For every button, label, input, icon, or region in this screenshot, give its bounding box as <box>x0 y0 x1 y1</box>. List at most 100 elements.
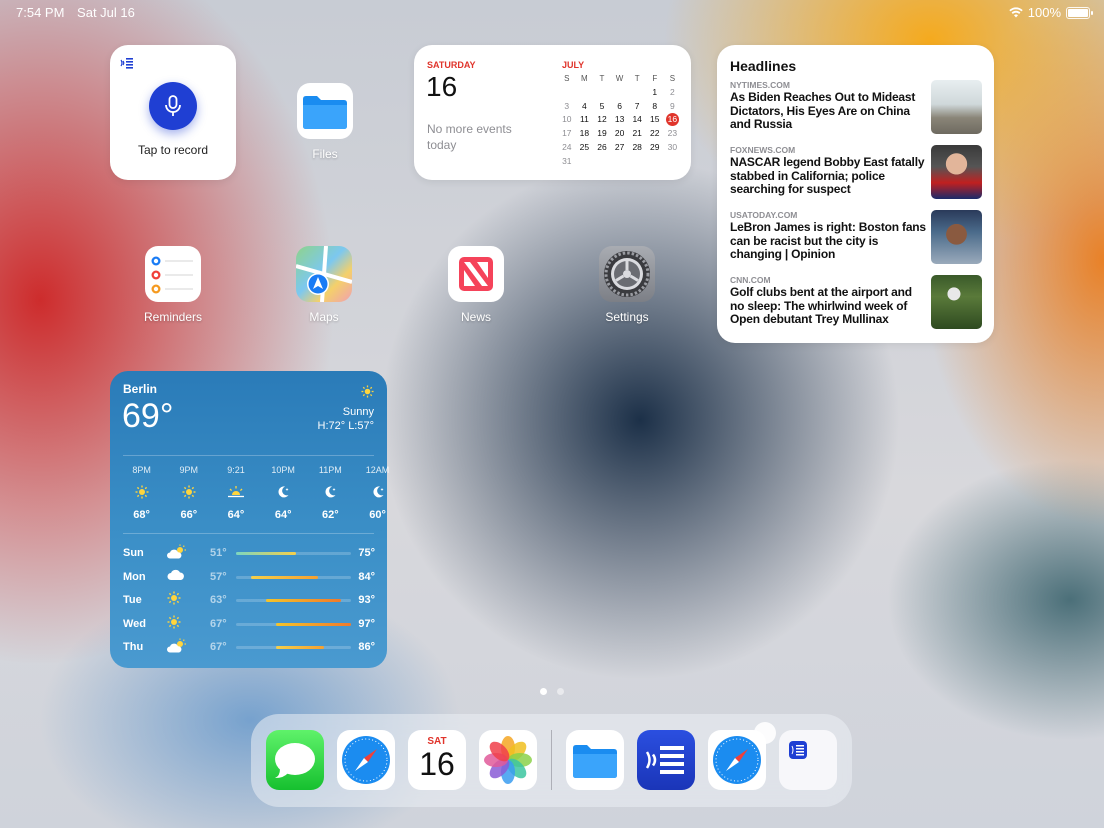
badge-dot <box>754 722 776 744</box>
day-name: Tue <box>123 594 142 606</box>
page-dot[interactable] <box>540 688 547 695</box>
hourly-item: 12AM 60° <box>354 465 401 521</box>
headline-item[interactable]: FOXNEWS.COM NASCAR legend Bobby East fat… <box>730 145 982 199</box>
partly-cloudy-icon <box>167 638 187 657</box>
hourly-item: 11PM 62° <box>307 465 354 521</box>
app-maps[interactable]: Maps <box>279 246 369 324</box>
app-library-icon[interactable] <box>779 730 837 790</box>
app-label: News <box>460 310 491 324</box>
weekday-header: W <box>615 74 624 83</box>
day-name: Sun <box>123 547 144 559</box>
app-label: Maps <box>309 310 339 324</box>
status-bar: 7:54 PM Sat Jul 16 100% <box>16 5 1093 21</box>
headline-item[interactable]: NYTIMES.COM As Biden Reaches Out to Mide… <box>730 80 982 134</box>
sun-icon <box>118 482 165 502</box>
hour-temp: 68° <box>133 509 150 521</box>
weekday-header: F <box>652 74 658 83</box>
hour-temp: 64° <box>274 509 292 521</box>
day-name: Thu <box>123 641 144 653</box>
status-date: Sat Jul 16 <box>77 5 135 20</box>
day-name: Mon <box>123 570 146 583</box>
hour-time: 11PM <box>318 465 342 475</box>
app-news[interactable]: News <box>431 246 521 324</box>
calendar-date: 2 <box>669 86 675 97</box>
app-settings[interactable]: Settings <box>582 246 672 324</box>
calendar-date <box>576 155 594 169</box>
headline-item[interactable]: CNN.COM Golf clubs bent at the airport a… <box>730 275 982 329</box>
calendar-date: 31 <box>562 155 572 166</box>
weekday-header: S <box>669 74 676 83</box>
calendar-date <box>628 86 646 100</box>
gear-icon <box>599 246 655 302</box>
maps-icon <box>296 246 352 302</box>
dock: SAT 16 <box>251 714 852 807</box>
app-files[interactable]: Files <box>280 83 370 161</box>
headlines-widget[interactable]: Headlines NYTIMES.COM As Biden Reaches O… <box>717 45 994 343</box>
dock-divider <box>551 730 552 790</box>
sun-icon <box>167 591 181 608</box>
sun-icon <box>167 615 181 632</box>
weather-city: Berlin <box>123 382 158 396</box>
wifi-icon <box>1009 7 1023 18</box>
voice-app-icon[interactable] <box>637 730 695 790</box>
app-label: Settings <box>605 310 649 324</box>
sun-icon <box>361 385 374 403</box>
temp-range-bar <box>236 599 351 602</box>
safari-icon[interactable] <box>708 722 776 790</box>
voice-record-widget[interactable]: Tap to record <box>110 45 236 180</box>
day-low: 67° <box>210 617 227 630</box>
headline-item[interactable]: USATODAY.COM LeBron James is right: Bost… <box>730 210 982 264</box>
calendar-date: 13 <box>614 114 625 125</box>
photos-icon[interactable] <box>479 730 537 790</box>
calendar-week: 10 11 12 13 14 15 16 <box>558 113 681 127</box>
moon-icon <box>260 482 307 502</box>
hour-time: 9PM <box>179 465 199 475</box>
headline-title: As Biden Reaches Out to Mideast Dictator… <box>730 90 916 131</box>
calendar-date: 10 <box>562 114 572 125</box>
record-button[interactable] <box>149 82 197 130</box>
moon-icon <box>354 482 401 502</box>
weather-condition-text: Sunny <box>342 406 374 418</box>
calendar-date: 19 <box>597 128 607 139</box>
messages-icon[interactable] <box>266 730 324 790</box>
calendar-week: 17 18 19 20 21 22 23 <box>558 127 681 141</box>
cloud-icon <box>167 568 185 585</box>
calendar-date <box>593 86 611 100</box>
calendar-date: 14 <box>632 114 642 125</box>
files-icon[interactable] <box>566 730 624 790</box>
calendar-widget[interactable]: SATURDAY 16 No more events today JULY SM… <box>414 45 691 180</box>
calendar-date: 17 <box>562 128 572 139</box>
calendar-date <box>576 86 594 100</box>
hour-temp: 62° <box>322 509 339 521</box>
day-high: 84° <box>358 570 375 583</box>
calendar-date: 16 <box>664 113 682 127</box>
weekday-header: M <box>581 74 588 83</box>
headline-thumbnail <box>931 80 982 134</box>
calendar-grid: S M T W T F S 1 2 3 4 5 6 7 8 9 10 11 12 13 14 15 16 17 18 19 20 21… <box>558 72 681 169</box>
temp-range-bar <box>236 646 351 649</box>
weather-widget[interactable]: Berlin 69° Sunny H:72° L:57° 8PM 68° 9PM 66… <box>110 371 389 668</box>
partly-cloudy-icon <box>167 544 187 563</box>
app-reminders[interactable]: Reminders <box>128 246 218 324</box>
hourly-item: 10PM 64° <box>260 465 307 521</box>
calendar-date <box>611 86 629 100</box>
hour-temp: 64° <box>227 509 245 521</box>
safari-icon[interactable] <box>337 730 395 790</box>
hour-time: 12AM <box>365 465 390 475</box>
weekday-header: S <box>564 74 570 83</box>
calendar-date: 29 <box>650 141 660 152</box>
daily-row: Thu 67° 86° <box>123 638 375 662</box>
headline-title: Golf clubs bent at the airport and no sl… <box>730 285 912 326</box>
hourly-item: 9:21 64° <box>212 465 259 521</box>
page-dot[interactable] <box>557 688 564 695</box>
calendar-icon[interactable]: SAT 16 <box>408 730 466 790</box>
calendar-date: 30 <box>667 141 678 152</box>
calendar-week: 12 <box>558 86 681 100</box>
page-indicator[interactable] <box>540 688 564 695</box>
calendar-date: 15 <box>650 114 660 125</box>
day-low: 63° <box>210 594 227 606</box>
day-low: 57° <box>210 570 227 583</box>
headline-title: NASCAR legend Bobby East fatally stabbed… <box>730 155 925 196</box>
daily-row: Mon 57° 84° <box>123 568 375 592</box>
calendar-date <box>611 155 629 169</box>
